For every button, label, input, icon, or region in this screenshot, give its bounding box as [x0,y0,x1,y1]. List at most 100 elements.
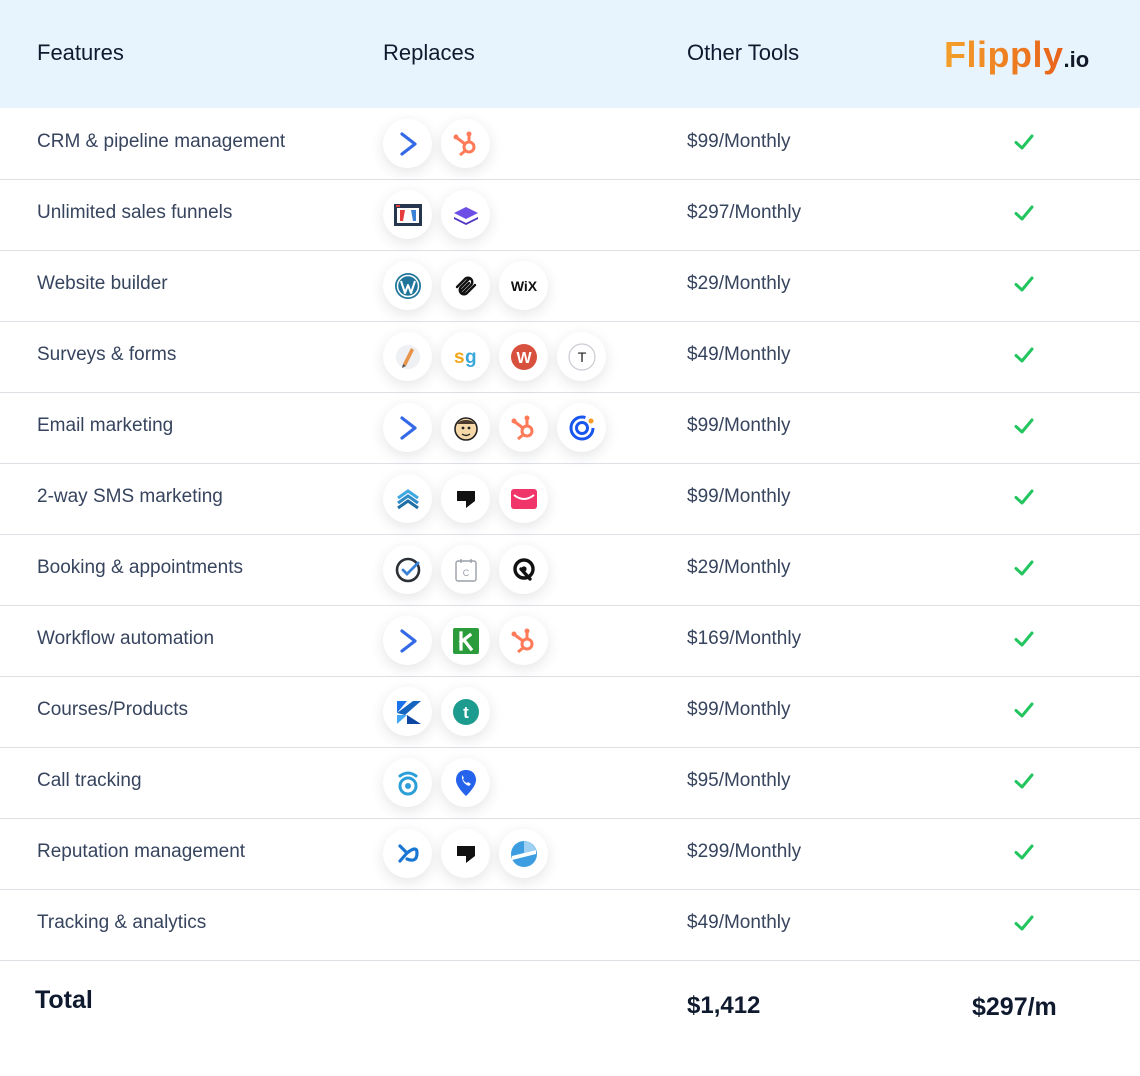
flipply-logo-tld: .io [1063,47,1090,72]
total-flipply: $297/m [972,993,1057,1021]
hubspot-icon [441,119,490,168]
feature-label: Email marketing [37,415,174,436]
callrail-icon [383,758,432,807]
hubspot-icon [499,616,548,665]
wordpress-icon [383,261,432,310]
feature-label: Reputation management [37,841,246,862]
table-row: Reputation management $299/Monthly [0,818,1140,890]
table-row: Unlimited sales funnels $297/Monthly [0,179,1140,251]
other-tools-price: $299/Monthly [687,841,802,862]
feature-label: Booking & appointments [37,557,243,578]
feature-label: Courses/Products [37,699,189,720]
table-row: Call tracking $95/Monthly [0,747,1140,819]
constantcontact-icon [557,403,606,452]
table-row: CRM & pipeline management $99/Monthly [0,108,1140,180]
other-tools-price: $169/Monthly [687,628,802,649]
other-tools-price: $95/Monthly [687,770,791,791]
calltracking-pin-icon [441,758,490,807]
check-icon [1012,556,1036,580]
check-icon [1012,485,1036,509]
leadpages-icon [441,190,490,239]
squarespace-icon [441,261,490,310]
svg-text:g: g [465,347,477,368]
svg-text:C: C [462,568,469,578]
activecampaign-icon [383,403,432,452]
teachable-icon: t [441,687,490,736]
mailchimp-icon [441,403,490,452]
replaced-tools-icons: t [383,687,490,736]
feature-label: Tracking & analytics [37,912,207,933]
other-tools-column-header: Other Tools [687,40,800,65]
total-label: Total [35,986,93,1014]
features-column-header: Features [37,40,124,65]
check-icon [1012,414,1036,438]
textmagic-icon [499,474,548,523]
other-tools-price: $49/Monthly [687,912,791,933]
replaced-tools-icons: C [383,545,548,594]
setmore-icon [499,545,548,594]
check-icon [1012,911,1036,935]
podium-icon [441,474,490,523]
table-row: Workflow automation $169/Monthly [0,605,1140,677]
feature-label: Call tracking [37,770,142,791]
replaces-column-header: Replaces [383,40,475,65]
feature-label: Unlimited sales funnels [37,202,233,223]
calendly-icon: C [441,545,490,594]
check-icon [1012,627,1036,651]
acuity-icon [383,545,432,594]
typeform-icon: T [557,332,606,381]
keap-icon [441,616,490,665]
activecampaign-icon [383,616,432,665]
check-icon [1012,272,1036,296]
svg-text:WiX: WiX [510,278,537,294]
feature-label: CRM & pipeline management [37,131,286,152]
table-row: Booking & appointments C $29/Monthly [0,534,1140,606]
svg-text:t: t [463,703,469,722]
replaced-tools-icons [383,403,606,452]
svg-text:T: T [577,349,586,365]
check-icon [1012,769,1036,793]
svg-text:s: s [454,347,465,368]
check-icon [1012,698,1036,722]
replaced-tools-icons: sg W T [383,332,606,381]
birdeye-icon [383,829,432,878]
other-tools-price: $99/Monthly [687,486,791,507]
feature-label: Surveys & forms [37,344,177,365]
hubspot-icon [499,403,548,452]
check-icon [1012,201,1036,225]
feature-label: Website builder [37,273,168,294]
replaced-tools-icons [383,616,548,665]
replaced-tools-icons [383,119,490,168]
other-tools-price: $297/Monthly [687,202,802,223]
check-icon [1012,130,1036,154]
surveygizmo-icon: sg [441,332,490,381]
replaced-tools-icons [383,190,490,239]
other-tools-price: $29/Monthly [687,557,791,578]
check-icon [1012,343,1036,367]
feature-label: 2-way SMS marketing [37,486,223,507]
flipply-logo: Flipply.io [944,34,1089,76]
table-row: 2-way SMS marketing $99/Monthly [0,463,1140,535]
wufoo-icon: W [499,332,548,381]
check-icon [1012,840,1036,864]
other-tools-price: $49/Monthly [687,344,791,365]
other-tools-price: $99/Monthly [687,415,791,436]
wix-icon: WiX [499,261,548,310]
table-row: Surveys & forms s g W T $49/Monthly [0,321,1140,393]
replaced-tools-icons [383,474,548,523]
other-tools-price: $99/Monthly [687,131,791,152]
replaced-tools-icons [383,758,490,807]
svg-text:W: W [516,350,532,367]
reputation-icon [499,829,548,878]
table-row: Email marketing $99/Monthly [0,392,1140,464]
activecampaign-icon [383,119,432,168]
feature-label: Workflow automation [37,628,215,649]
jotform-icon [383,332,432,381]
table-row: Tracking & analytics $49/Monthly [0,889,1140,961]
replaced-tools-icons [383,829,548,878]
table-row: Courses/Products t $99/Monthly [0,676,1140,748]
simpletexting-icon [383,474,432,523]
podium-icon [441,829,490,878]
table-row: Website builder WiX $29/Monthly [0,250,1140,322]
kajabi-icon [383,687,432,736]
